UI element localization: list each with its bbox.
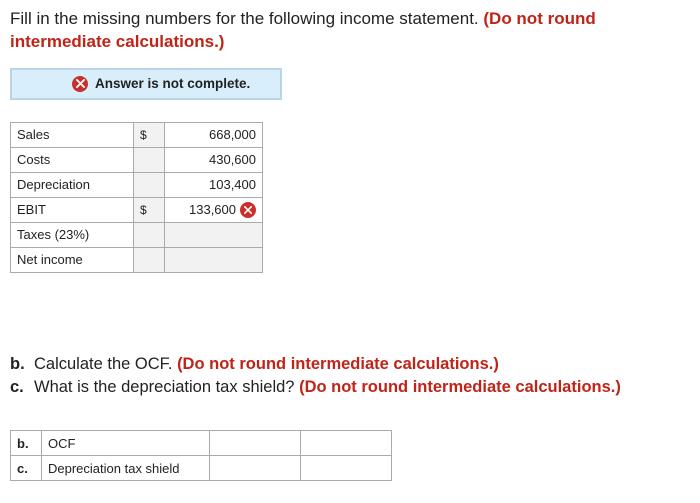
table-row: Costs 430,600 <box>11 147 263 172</box>
currency-cell <box>134 147 165 172</box>
answer-letter: c. <box>11 456 42 481</box>
row-label: Depreciation <box>11 172 134 197</box>
table-row: c.Depreciation tax shield <box>11 456 392 481</box>
table-row: Sales$668,000 <box>11 122 263 147</box>
error-icon <box>72 76 88 92</box>
value-text: 430,600 <box>171 152 256 167</box>
instructions: Fill in the missing numbers for the foll… <box>10 8 690 54</box>
value-cell[interactable] <box>165 247 263 272</box>
questions: b. Calculate the OCF. (Do not round inte… <box>10 353 690 399</box>
answer-label: OCF <box>42 431 210 456</box>
question-b-text: Calculate the OCF. <box>34 355 177 373</box>
value-text: 103,400 <box>171 177 256 192</box>
value-cell[interactable] <box>165 222 263 247</box>
value-cell: 103,400 <box>165 172 263 197</box>
answer-label: Depreciation tax shield <box>42 456 210 481</box>
currency-cell <box>134 222 165 247</box>
table-row: b.OCF <box>11 431 392 456</box>
instructions-line1: Fill in the missing numbers for the foll… <box>10 9 483 28</box>
row-label: EBIT <box>11 197 134 222</box>
answer-input-2[interactable] <box>301 431 392 456</box>
answer-letter: b. <box>11 431 42 456</box>
question-c-letter: c. <box>10 376 34 399</box>
table-row: Depreciation 103,400 <box>11 172 263 197</box>
row-label: Sales <box>11 122 134 147</box>
currency-cell: $ <box>134 197 165 222</box>
currency-cell <box>134 172 165 197</box>
table-row: EBIT$133,600 <box>11 197 263 222</box>
table-row: Taxes (23%) <box>11 222 263 247</box>
answer-input-1[interactable] <box>210 431 301 456</box>
status-text: Answer is not complete. <box>95 76 250 91</box>
answer-input-1[interactable] <box>210 456 301 481</box>
currency-cell <box>134 247 165 272</box>
answer-table: b.OCFc.Depreciation tax shield <box>10 430 392 481</box>
value-text: 133,600 <box>171 202 236 217</box>
row-label: Costs <box>11 147 134 172</box>
value-cell: 133,600 <box>165 197 263 222</box>
value-cell: 430,600 <box>165 147 263 172</box>
income-statement-table: Sales$668,000Costs430,600Depreciation103… <box>10 122 263 273</box>
question-c-bold: (Do not round intermediate calculations.… <box>299 378 621 396</box>
status-banner: Answer is not complete. <box>10 68 282 100</box>
currency-cell: $ <box>134 122 165 147</box>
question-b-bold: (Do not round intermediate calculations.… <box>177 355 499 373</box>
question-c-text: What is the depreciation tax shield? <box>34 378 299 396</box>
table-row: Net income <box>11 247 263 272</box>
value-cell: 668,000 <box>165 122 263 147</box>
question-b-letter: b. <box>10 353 34 376</box>
row-label: Taxes (23%) <box>11 222 134 247</box>
answer-input-2[interactable] <box>301 456 392 481</box>
wrong-icon <box>240 202 256 218</box>
value-text: 668,000 <box>171 127 256 142</box>
row-label: Net income <box>11 247 134 272</box>
